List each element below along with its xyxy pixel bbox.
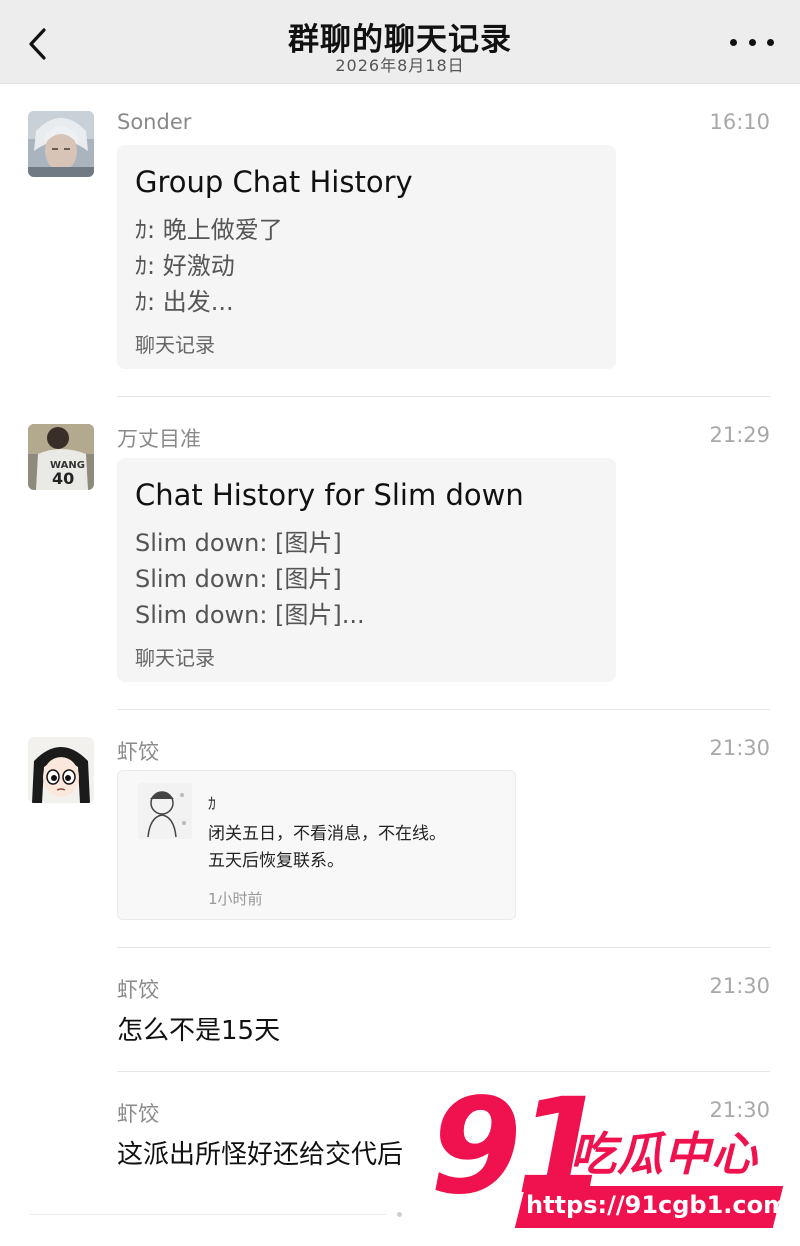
scroll-indicator-dot: [397, 1212, 402, 1217]
divider: [117, 396, 770, 397]
message-text: 这派出所怪好还给交代后: [117, 1140, 404, 1170]
message-time: 21:30: [709, 736, 770, 760]
card-title: Chat History for Slim down: [135, 478, 524, 512]
card-footer-label: 聊天记录: [135, 333, 215, 357]
more-dots-icon: [730, 38, 737, 46]
sender-name: 虾饺: [117, 978, 159, 1002]
quote-time: 1小时前: [208, 890, 263, 908]
quoted-post-card[interactable]: ｶ 闭关五日，不看消息，不在线。 五天后恢复联系。 1小时前: [117, 770, 516, 920]
bottom-divider: [30, 1214, 386, 1215]
avatar[interactable]: [28, 737, 94, 803]
sender-name: 虾饺: [117, 1102, 159, 1126]
svg-text:40: 40: [52, 469, 74, 488]
message-time: 16:10: [709, 110, 770, 134]
card-line: Slim down: [图片]...: [135, 601, 365, 629]
avatar[interactable]: [28, 111, 94, 177]
divider: [117, 709, 770, 710]
sender-name: 万丈目准: [117, 427, 201, 451]
card-title: Group Chat History: [135, 165, 413, 199]
card-line: Slim down: [图片]: [135, 565, 342, 593]
quote-author: ｶ: [208, 794, 217, 813]
sender-name: Sonder: [117, 110, 192, 134]
message-text: 怎么不是15天: [117, 1016, 281, 1046]
watermark-text: 吃瓜中心: [570, 1127, 758, 1181]
quote-avatar: [138, 783, 192, 839]
divider: [117, 947, 770, 948]
watermark-url: https://91cgb1.com: [526, 1191, 789, 1219]
watermark-logo: 91 吃瓜中心 https://91cgb1.com: [430, 1070, 790, 1238]
chat-history-card[interactable]: Group Chat History ｶ: 晚上做爱了 ｶ: 好激动 ｶ: 出发…: [117, 145, 616, 369]
quote-line: 五天后恢复联系。: [208, 851, 344, 871]
message-time: 21:29: [709, 423, 770, 447]
more-button[interactable]: [730, 30, 774, 54]
card-line: ｶ: 出发...: [135, 288, 234, 316]
sender-name: 虾饺: [117, 740, 159, 764]
card-line: Slim down: [图片]: [135, 529, 342, 557]
avatar[interactable]: WANG 40: [28, 424, 94, 490]
card-line: ｶ: 晚上做爱了: [135, 216, 283, 244]
quote-line: 闭关五日，不看消息，不在线。: [208, 824, 446, 844]
card-footer-label: 聊天记录: [135, 646, 215, 670]
chat-history-card[interactable]: Chat History for Slim down Slim down: [图…: [117, 458, 616, 682]
header-bar: 群聊的聊天记录 2026年8月18日: [0, 0, 800, 84]
page-subtitle-date: 2026年8月18日: [335, 56, 465, 75]
message-time: 21:30: [709, 974, 770, 998]
card-line: ｶ: 好激动: [135, 252, 235, 280]
